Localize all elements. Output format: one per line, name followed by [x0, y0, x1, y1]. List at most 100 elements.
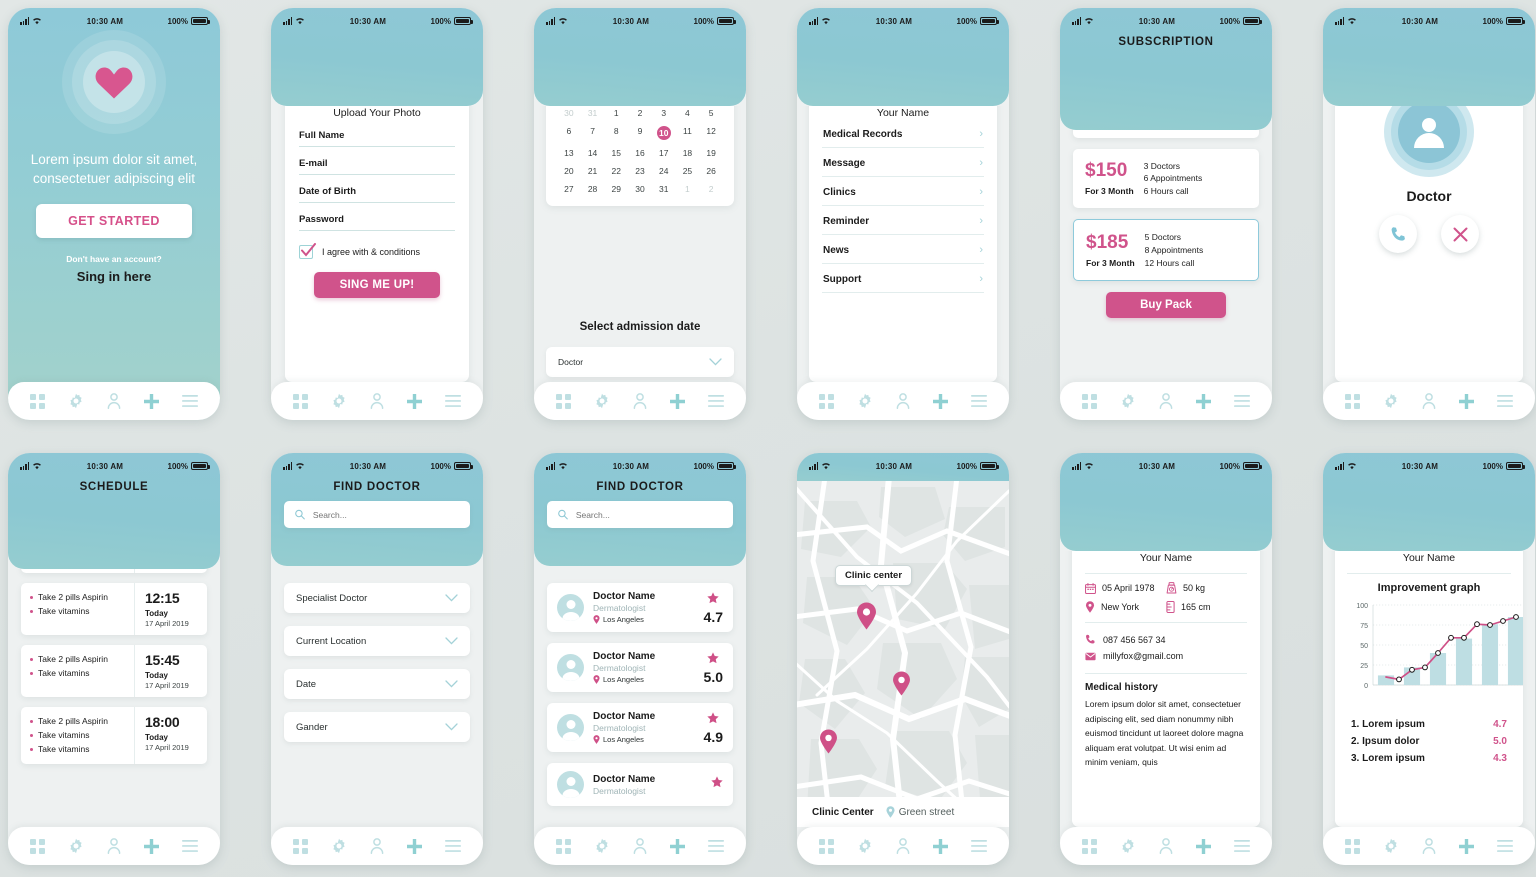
gear-icon[interactable] — [1383, 393, 1399, 409]
get-started-button[interactable]: GET STARTED — [36, 204, 192, 239]
person-icon[interactable] — [370, 838, 384, 854]
calendar-day[interactable]: 12 — [699, 123, 723, 142]
calendar-day[interactable]: 6 — [557, 123, 581, 142]
gear-icon[interactable] — [331, 838, 347, 854]
calendar-day[interactable]: 20 — [557, 163, 581, 178]
calendar-day[interactable]: 4 — [676, 106, 700, 120]
hamburger-icon[interactable] — [708, 840, 725, 852]
plus-icon[interactable] — [1459, 393, 1475, 409]
hamburger-icon[interactable] — [971, 395, 988, 407]
calendar-day[interactable]: 2 — [628, 106, 652, 120]
grid-icon[interactable] — [29, 838, 45, 854]
grid-icon[interactable] — [1344, 393, 1360, 409]
search-bar[interactable] — [284, 501, 470, 528]
hamburger-icon[interactable] — [445, 395, 462, 407]
calendar-day[interactable]: 15 — [604, 145, 628, 160]
plus-icon[interactable] — [933, 838, 949, 854]
plus-icon[interactable] — [144, 393, 160, 409]
plus-icon[interactable] — [1459, 838, 1475, 854]
field-full-name[interactable]: Full Name — [299, 130, 455, 147]
location-pin-icon[interactable] — [856, 602, 877, 630]
dropdown-doctor[interactable]: Doctor — [546, 347, 734, 377]
menu-item[interactable]: News › — [822, 235, 984, 264]
hamburger-icon[interactable] — [182, 840, 199, 852]
calendar-day[interactable]: 30 — [628, 181, 652, 196]
calendar-day[interactable]: 31 — [581, 106, 605, 120]
agree-checkbox[interactable] — [299, 243, 316, 259]
grid-icon[interactable] — [818, 393, 834, 409]
close-icon[interactable] — [1441, 215, 1479, 253]
grid-icon[interactable] — [1081, 393, 1097, 409]
calendar-day[interactable]: 27 — [557, 181, 581, 196]
calendar-day[interactable]: 8 — [604, 123, 628, 142]
calendar-day[interactable]: 1 — [676, 181, 700, 196]
hamburger-icon[interactable] — [708, 395, 725, 407]
location-pin-icon[interactable] — [892, 671, 911, 696]
grid-icon[interactable] — [292, 838, 308, 854]
hamburger-icon[interactable] — [971, 840, 988, 852]
gear-icon[interactable] — [1120, 393, 1136, 409]
gear-icon[interactable] — [594, 838, 610, 854]
grid-icon[interactable] — [292, 393, 308, 409]
grid-icon[interactable] — [818, 838, 834, 854]
menu-item[interactable]: Support › — [822, 264, 984, 293]
subscription-plan[interactable]: $150 For 3 Month 3 Doctors 6 Appointments… — [1073, 148, 1259, 209]
person-icon[interactable] — [1422, 393, 1436, 409]
calendar-day[interactable]: 25 — [676, 163, 700, 178]
gear-icon[interactable] — [857, 393, 873, 409]
sign-in-link[interactable]: Sing in here — [77, 269, 151, 284]
filter-dropdown[interactable]: Current Location — [284, 626, 470, 656]
calendar-day[interactable]: 28 — [581, 181, 605, 196]
menu-item[interactable]: Message › — [822, 148, 984, 177]
menu-item[interactable]: Medical Records › — [822, 119, 984, 148]
plus-icon[interactable] — [670, 393, 686, 409]
plus-icon[interactable] — [1196, 838, 1212, 854]
calendar-day[interactable]: 1 — [604, 106, 628, 120]
hamburger-icon[interactable] — [182, 395, 199, 407]
grid-icon[interactable] — [1081, 838, 1097, 854]
gear-icon[interactable] — [68, 393, 84, 409]
field-email[interactable]: E-mail — [299, 158, 455, 175]
plus-icon[interactable] — [144, 838, 160, 854]
hamburger-icon[interactable] — [1497, 395, 1514, 407]
doctor-card[interactable]: Doctor Name Dermatologist Los Angeles 4.… — [547, 583, 733, 632]
plus-icon[interactable] — [1196, 393, 1212, 409]
calendar-day[interactable]: 13 — [557, 145, 581, 160]
calendar-day[interactable]: 11 — [676, 123, 700, 142]
grid-icon[interactable] — [555, 838, 571, 854]
search-input[interactable] — [575, 509, 722, 520]
search-input[interactable] — [312, 509, 459, 520]
person-icon[interactable] — [1422, 838, 1436, 854]
person-icon[interactable] — [107, 838, 121, 854]
calendar-day[interactable]: 18 — [676, 145, 700, 160]
buy-pack-button[interactable]: Buy Pack — [1106, 292, 1226, 319]
grid-icon[interactable] — [555, 393, 571, 409]
gear-icon[interactable] — [857, 838, 873, 854]
calendar-day[interactable]: 23 — [628, 163, 652, 178]
field-date-of-birth[interactable]: Date of Birth — [299, 186, 455, 203]
hamburger-icon[interactable] — [1234, 840, 1251, 852]
doctor-card[interactable]: Doctor Name Dermatologist — [547, 763, 733, 806]
gear-icon[interactable] — [594, 393, 610, 409]
menu-item[interactable]: Reminder › — [822, 206, 984, 235]
calendar-day[interactable]: 9 — [628, 123, 652, 142]
filter-dropdown[interactable]: Date — [284, 669, 470, 699]
gear-icon[interactable] — [1383, 838, 1399, 854]
location-pin-icon[interactable] — [819, 729, 838, 754]
calendar-day[interactable]: 26 — [699, 163, 723, 178]
grid-icon[interactable] — [29, 393, 45, 409]
gear-icon[interactable] — [331, 393, 347, 409]
gear-icon[interactable] — [1120, 838, 1136, 854]
calendar-day[interactable]: 16 — [628, 145, 652, 160]
schedule-entry[interactable]: Take 2 pills Aspirin 08:45 Today 17 Apri… — [21, 569, 207, 573]
gear-icon[interactable] — [68, 838, 84, 854]
person-icon[interactable] — [1159, 838, 1173, 854]
calendar-day[interactable]: 19 — [699, 145, 723, 160]
hamburger-icon[interactable] — [1497, 840, 1514, 852]
filter-dropdown[interactable]: Gander — [284, 712, 470, 742]
person-icon[interactable] — [370, 393, 384, 409]
calendar-day[interactable]: 31 — [652, 181, 676, 196]
search-bar[interactable] — [547, 501, 733, 528]
calendar-day[interactable]: 7 — [581, 123, 605, 142]
subscription-plan[interactable]: $127 For 3 Month 2 Doctors5 Appointments… — [1073, 130, 1259, 138]
